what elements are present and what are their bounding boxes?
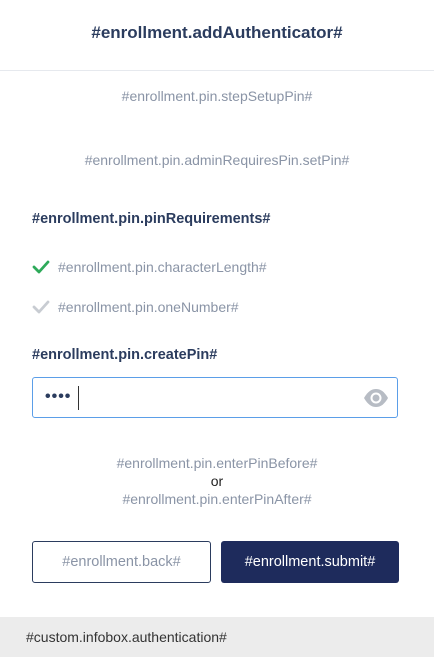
enrollment-page: #enrollment.addAuthenticator# #enrollmen… <box>0 0 434 667</box>
enter-pin-after: #enrollment.pin.enterPinAfter# <box>122 491 312 507</box>
requirement-label: #enrollment.pin.characterLength# <box>58 259 267 275</box>
step-setup-text: #enrollment.pin.stepSetupPin# <box>121 88 313 104</box>
requirement-character-length: #enrollment.pin.characterLength# <box>32 257 267 277</box>
hint-or: or <box>210 473 224 489</box>
check-icon <box>32 299 50 315</box>
page-title: #enrollment.addAuthenticator# <box>91 23 343 42</box>
eye-icon[interactable] <box>363 388 389 408</box>
pin-value: •••• <box>45 388 72 405</box>
check-icon <box>32 259 50 275</box>
text-caret <box>78 386 79 410</box>
create-pin-label: #enrollment.pin.createPin# <box>32 347 218 363</box>
submit-button[interactable]: #enrollment.submit# <box>221 541 399 583</box>
requirement-label: #enrollment.pin.oneNumber# <box>58 299 239 315</box>
enter-pin-before: #enrollment.pin.enterPinBefore# <box>116 455 318 471</box>
infobox: #custom.infobox.authentication# <box>0 617 434 657</box>
requirement-one-number: #enrollment.pin.oneNumber# <box>32 297 239 317</box>
pin-input[interactable]: •••• <box>32 377 398 418</box>
admin-requires-text: #enrollment.pin.adminRequiresPin.setPin# <box>84 152 350 168</box>
back-button[interactable]: #enrollment.back# <box>32 541 211 583</box>
infobox-text: #custom.infobox.authentication# <box>26 629 227 645</box>
pin-requirements-title: #enrollment.pin.pinRequirements# <box>32 211 271 227</box>
header: #enrollment.addAuthenticator# <box>0 0 434 71</box>
